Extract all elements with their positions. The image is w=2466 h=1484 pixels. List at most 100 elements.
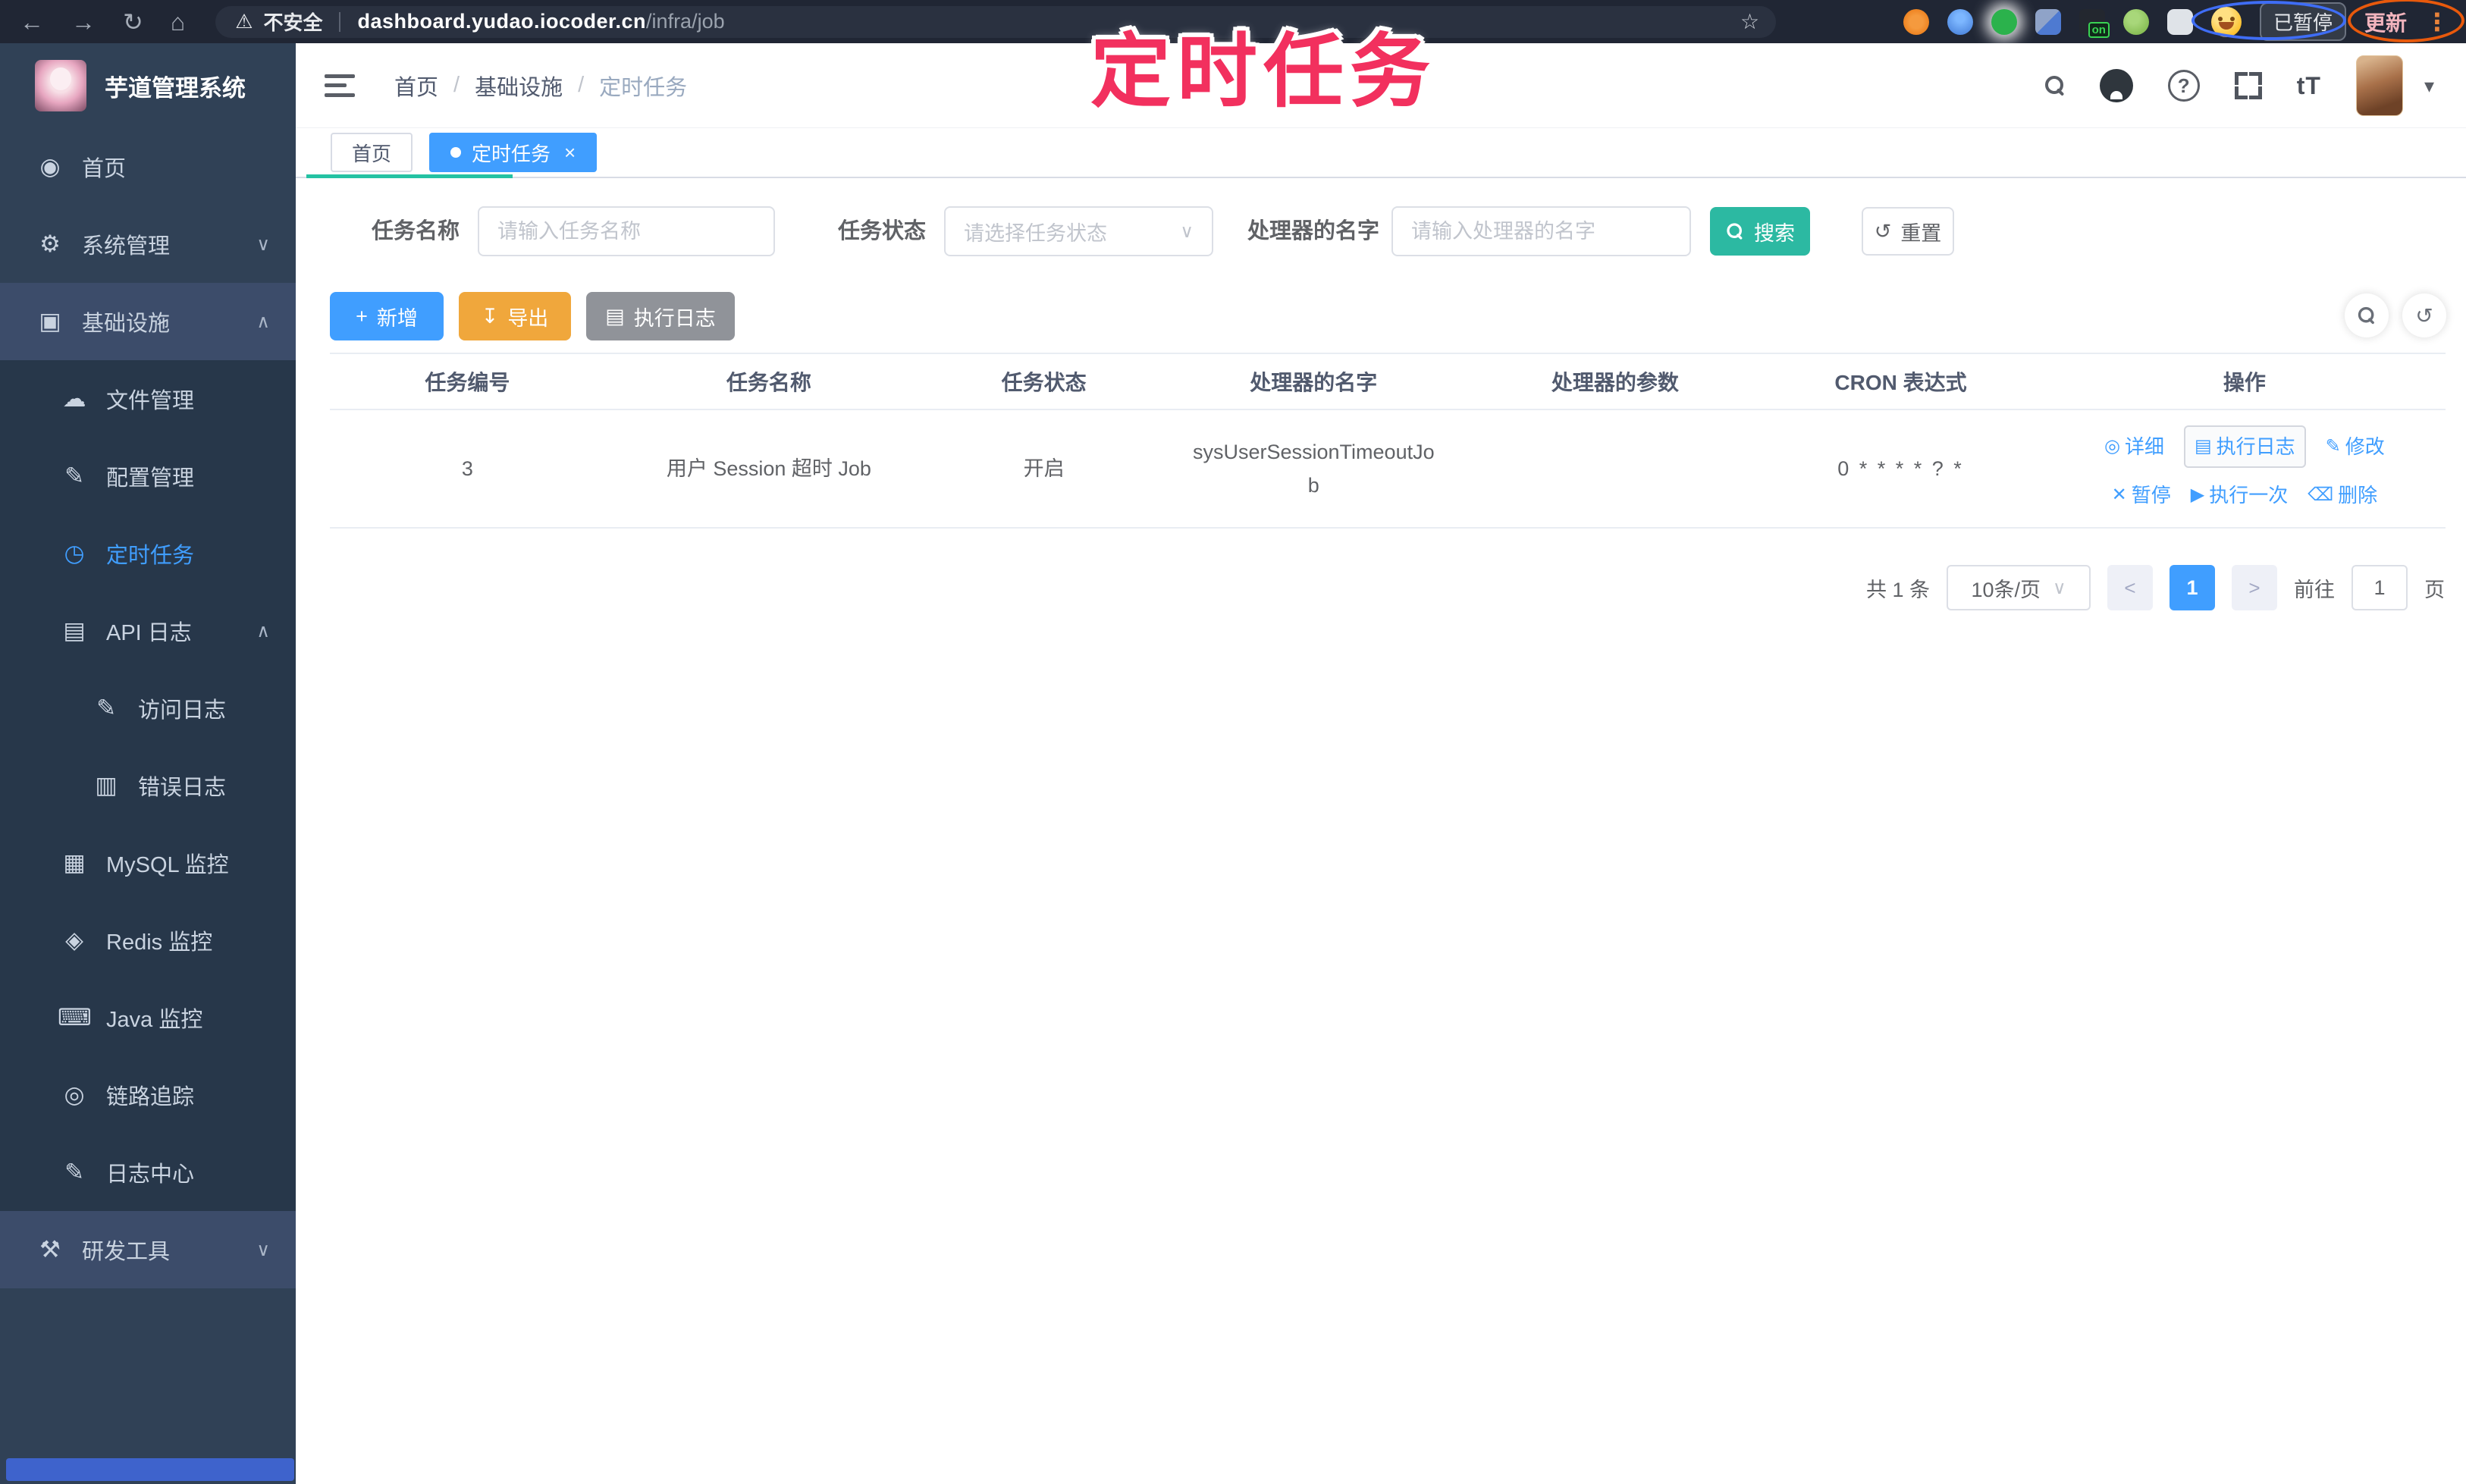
help-icon[interactable]: ? <box>2167 70 2200 102</box>
log-icon: ▤ <box>2194 436 2212 456</box>
search-button-label: 搜索 <box>1754 221 1795 245</box>
action-detail[interactable]: ◎ 详细 <box>2104 430 2164 463</box>
search-icon[interactable] <box>2044 76 2065 96</box>
exec-log-button[interactable]: ▤ 执行日志 <box>586 292 735 340</box>
pagination: 共 1 条 10条/页 ∨ < 1 > 前往 页 <box>1866 565 2445 610</box>
fullscreen-icon[interactable] <box>2234 72 2262 99</box>
sidebar-item-infrastructure[interactable]: ▣ 基础设施 ∧ <box>0 283 296 360</box>
table-header: 任务编号 任务名称 任务状态 处理器的名字 处理器的参数 CRON 表达式 操作 <box>330 354 2446 410</box>
sidebar-item-system-mgmt[interactable]: ⚙ 系统管理 ∨ <box>0 206 296 283</box>
sidebar-item-dev-tools[interactable]: ⚒ 研发工具 ∨ <box>0 1211 296 1288</box>
pagination-total: 共 1 条 <box>1865 578 1930 601</box>
extension-icon-blue[interactable] <box>1947 8 1973 35</box>
github-icon[interactable] <box>2099 69 2133 102</box>
col-actions: 操作 <box>2223 371 2266 394</box>
prev-page-button[interactable]: < <box>2107 565 2153 610</box>
trash-icon: ⌫ <box>2308 485 2334 505</box>
url-host: dashboard.yudao.iocoder.cn <box>357 10 647 33</box>
browser-menu-icon[interactable]: ⋮ <box>2425 8 2449 36</box>
add-button[interactable]: + 新增 <box>330 292 444 340</box>
sidebar-item-java-monitor[interactable]: ⌨ Java 监控 <box>0 979 296 1056</box>
header-actions: ? tT ▾ <box>2044 43 2434 128</box>
extension-icon-green-check[interactable] <box>1991 8 2017 35</box>
edit-icon: ✎ <box>64 1159 84 1185</box>
task-status-select[interactable]: 请选择任务状态 ∨ <box>944 206 1213 256</box>
extensions-puzzle-icon[interactable] <box>2166 8 2193 35</box>
reload-icon[interactable]: ↻ <box>123 10 143 34</box>
app-logo-row[interactable]: 芋道管理系统 <box>0 43 296 128</box>
handler-name-input[interactable] <box>1391 206 1691 256</box>
table-row: 3 用户 Session 超时 Job 开启 sysUserSessionTim… <box>330 410 2446 529</box>
col-handler-name: 处理器的名字 <box>1250 371 1378 394</box>
sidebar-item-label: 基础设施 <box>82 312 171 336</box>
goto-page-input[interactable] <box>2351 565 2408 610</box>
page-size-select[interactable]: 10条/页 ∨ <box>1947 565 2091 610</box>
select-placeholder: 请选择任务状态 <box>964 221 1107 245</box>
current-page-button[interactable]: 1 <box>2170 565 2215 610</box>
page-size-value: 10条/页 <box>1971 578 2041 601</box>
sidebar-item-label: 定时任务 <box>106 544 195 568</box>
search-button[interactable]: 搜索 <box>1710 207 1810 256</box>
reset-button[interactable]: ↺ 重置 <box>1862 207 1954 256</box>
cell-handler-name: sysUserSessionTimeoutJob <box>1193 441 1435 497</box>
toggle-search-button[interactable] <box>2345 293 2389 337</box>
action-modify[interactable]: ✎ 修改 <box>2326 430 2385 463</box>
sidebar-item-log-center[interactable]: ✎ 日志中心 <box>0 1134 296 1211</box>
forward-icon[interactable]: → <box>71 10 96 34</box>
font-size-icon[interactable]: tT <box>2297 72 2321 100</box>
cloud-icon: ☁ <box>62 385 86 412</box>
sidebar-item-mysql-monitor[interactable]: ▦ MySQL 监控 <box>0 824 296 902</box>
avatar[interactable] <box>2355 55 2403 116</box>
sidebar-item-tracing[interactable]: ◎ 链路追踪 <box>0 1056 296 1134</box>
breadcrumb-separator: / <box>578 73 585 97</box>
browser-update-button[interactable]: 更新 <box>2364 7 2407 37</box>
url-bar[interactable]: ⚠ 不安全 dashboard.yudao.iocoder.cn/infra/j… <box>215 5 1777 38</box>
profile-avatar-emoji[interactable] <box>2210 6 2242 37</box>
sidebar-item-scheduled-tasks[interactable]: ◷ 定时任务 <box>0 515 296 592</box>
action-run-once[interactable]: ▶ 执行一次 <box>2191 478 2288 512</box>
home-icon[interactable]: ⌂ <box>171 10 185 34</box>
sidebar-item-label: Redis 监控 <box>106 930 213 955</box>
sidebar-item-file-mgmt[interactable]: ☁ 文件管理 <box>0 360 296 438</box>
breadcrumb-infrastructure[interactable]: 基础设施 <box>475 70 563 102</box>
back-icon[interactable]: ← <box>20 10 44 34</box>
action-exec-log[interactable]: ▤ 执行日志 <box>2183 425 2306 468</box>
extension-icon-leaf[interactable] <box>2122 8 2149 35</box>
sidebar-collapse-icon[interactable] <box>325 74 355 97</box>
sidebar-item-api-logs[interactable]: ▤ API 日志 ∧ <box>0 592 296 670</box>
chevron-down-icon: ∨ <box>256 1239 270 1260</box>
extension-icon-grid[interactable] <box>2035 8 2061 35</box>
plus-icon: + <box>356 304 368 328</box>
exec-log-button-label: 执行日志 <box>633 306 716 330</box>
sidebar-item-redis-monitor[interactable]: ◈ Redis 监控 <box>0 902 296 979</box>
extension-icon-orange[interactable] <box>1903 8 1929 35</box>
security-label[interactable]: 不安全 <box>263 8 322 36</box>
col-task-id: 任务编号 <box>425 371 510 394</box>
log-icon: ▥ <box>95 772 118 798</box>
tab-scheduled-tasks[interactable]: 定时任务 × <box>429 133 598 172</box>
eye-icon: ◎ <box>2104 436 2120 456</box>
terminal-icon: ⌨ <box>58 1004 92 1031</box>
export-button[interactable]: ↧ 导出 <box>459 292 571 340</box>
chevron-down-icon: ∨ <box>2052 577 2066 598</box>
sidebar-item-label: 访问日志 <box>138 698 227 723</box>
close-icon[interactable]: × <box>564 141 576 165</box>
breadcrumb-home[interactable]: 首页 <box>394 70 438 102</box>
url-path: /infra/job <box>646 10 725 33</box>
tab-home[interactable]: 首页 <box>331 133 413 172</box>
warning-icon: ⚠ <box>235 10 253 33</box>
sidebar-item-error-logs[interactable]: ▥ 错误日志 <box>0 747 296 824</box>
refresh-button[interactable]: ↺ <box>2402 293 2446 337</box>
task-name-input[interactable] <box>478 206 775 256</box>
extension-icon-list[interactable]: on <box>2079 8 2110 38</box>
bookmark-star-icon[interactable]: ☆ <box>1740 9 1759 34</box>
sidebar-item-access-logs[interactable]: ✎ 访问日志 <box>0 670 296 747</box>
search-icon <box>2358 306 2375 324</box>
chevron-down-icon[interactable]: ▾ <box>2424 74 2434 98</box>
action-delete[interactable]: ⌫ 删除 <box>2308 478 2377 512</box>
next-page-button[interactable]: > <box>2232 565 2277 610</box>
action-pause[interactable]: ✕ 暂停 <box>2112 478 2171 512</box>
sidebar-item-home[interactable]: ◉ 首页 <box>0 128 296 206</box>
chevron-up-icon: ∧ <box>256 311 270 332</box>
sidebar-item-config-mgmt[interactable]: ✎ 配置管理 <box>0 438 296 515</box>
